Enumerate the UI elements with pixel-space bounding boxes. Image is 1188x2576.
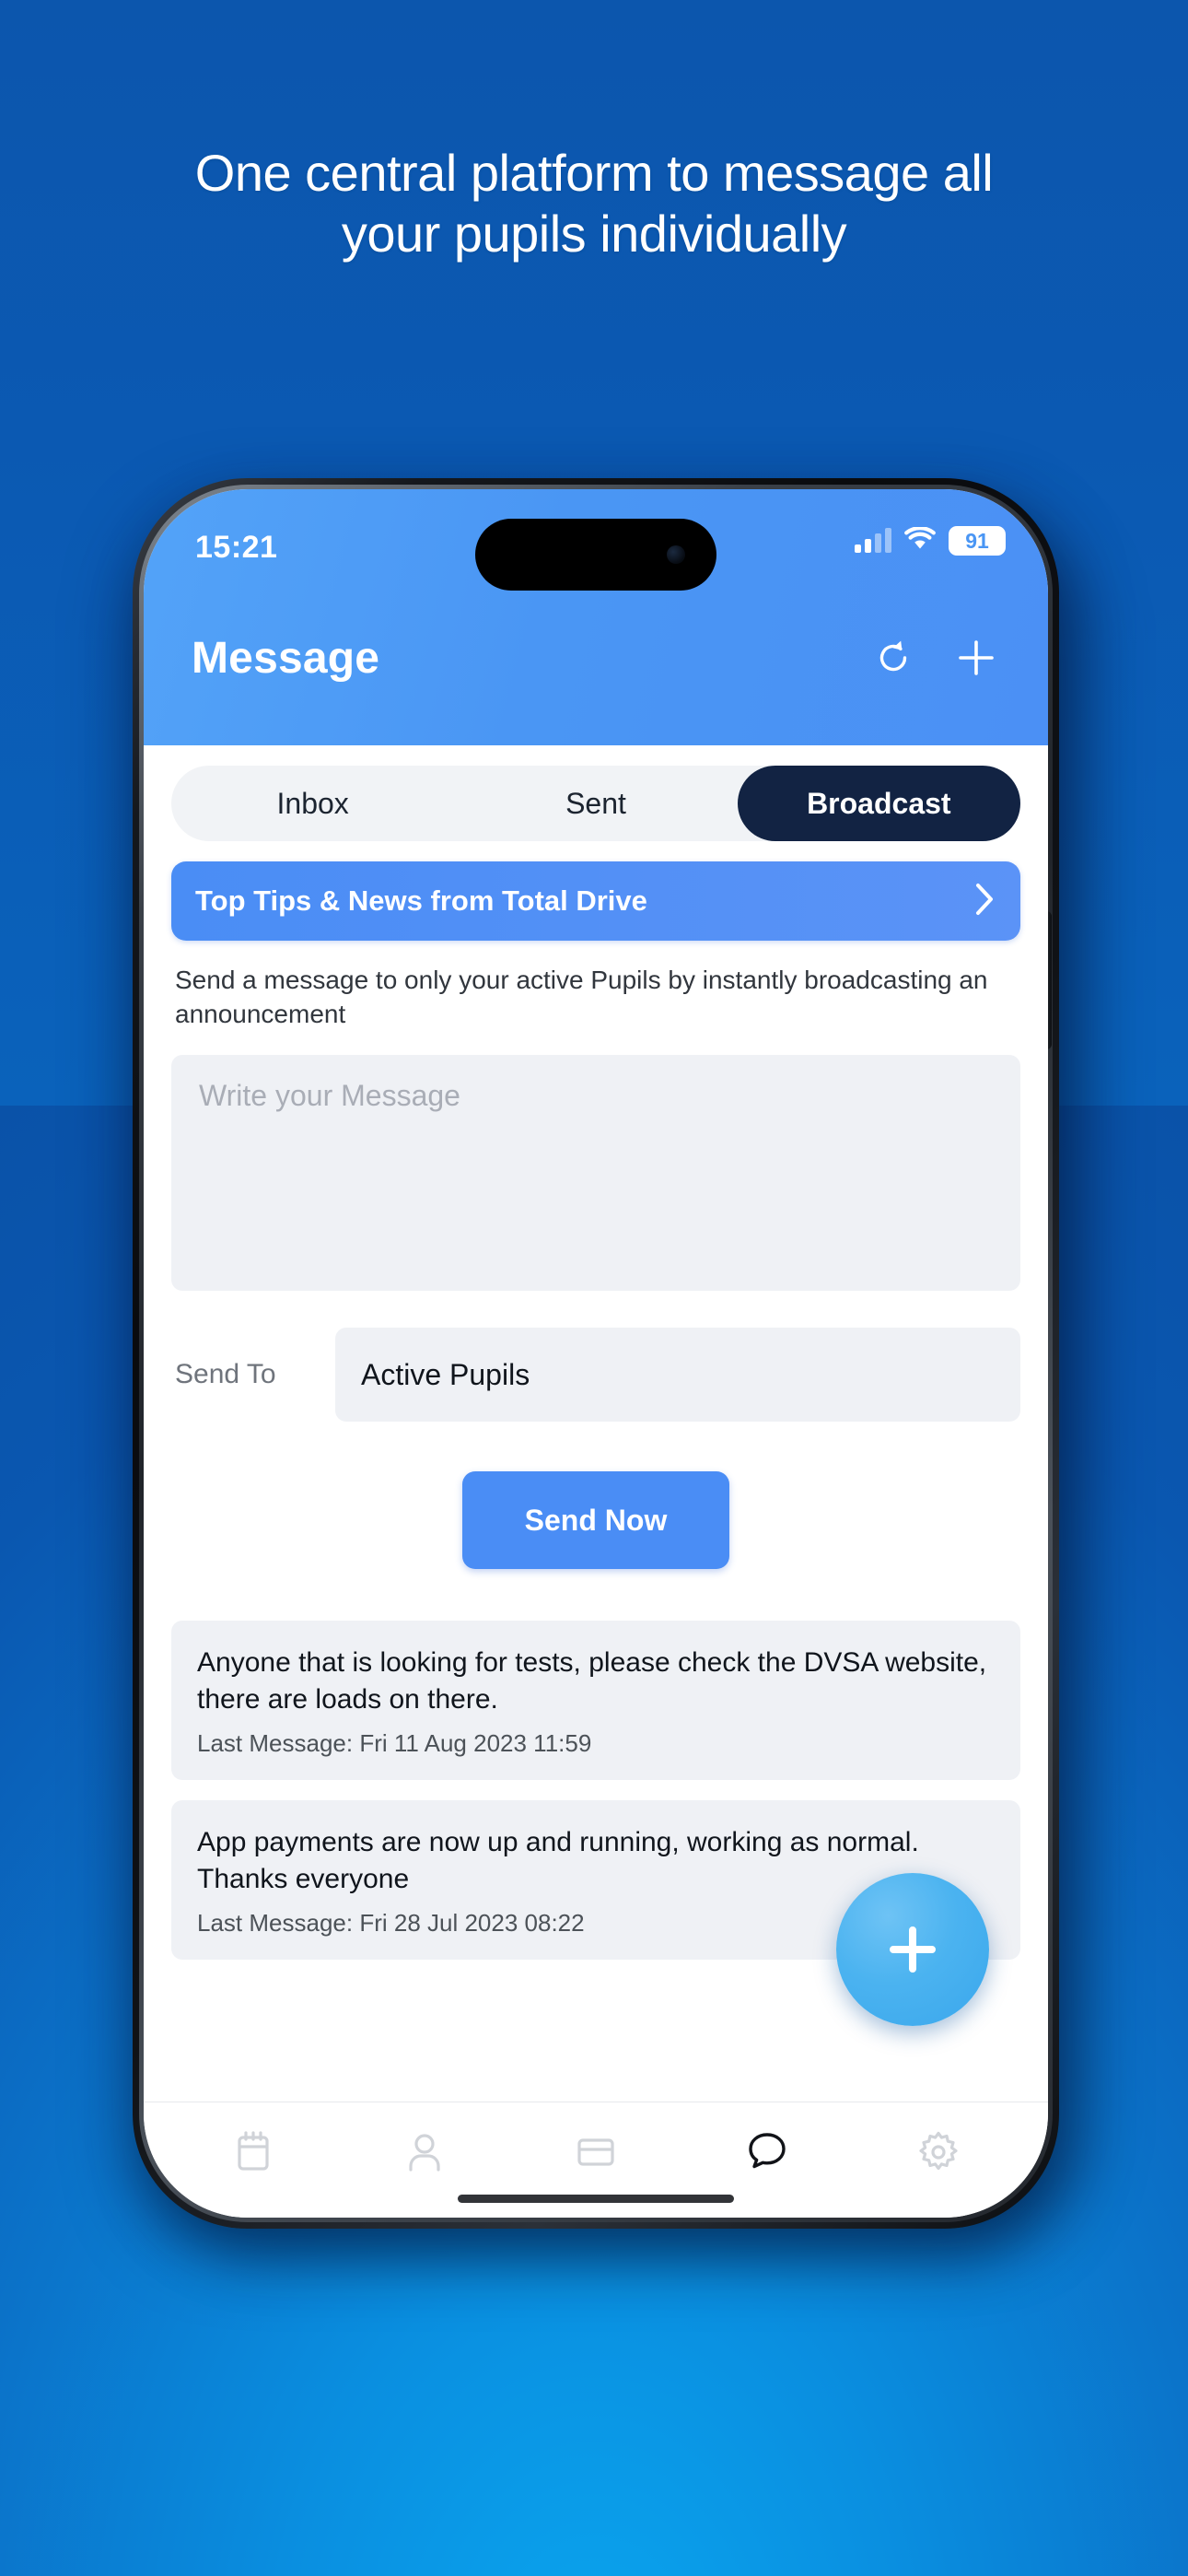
battery-icon: 91 [949, 526, 1006, 556]
phone-body: 15:21 91 Message Inbox Sent Broadcast To… [133, 478, 1059, 2229]
home-indicator [458, 2195, 734, 2203]
banner-label: Top Tips & News from Total Drive [195, 884, 647, 917]
send-button-row: Send Now [171, 1471, 1020, 1570]
status-bar-indicators: 91 [855, 525, 1006, 556]
plus-icon [880, 1917, 945, 1982]
phone-bezel: 15:21 91 Message Inbox Sent Broadcast To… [139, 485, 1053, 2222]
message-placeholder: Write your Message [199, 1079, 460, 1113]
tab-inbox[interactable]: Inbox [171, 766, 454, 841]
status-bar: 15:21 91 [144, 489, 1048, 600]
front-camera-icon [667, 545, 685, 564]
headline-line-2: your pupils individually [341, 205, 847, 263]
send-to-select[interactable]: Active Pupils [335, 1328, 1020, 1423]
calendar-icon[interactable] [211, 2110, 296, 2195]
marketing-headline: One central platform to message all your… [0, 143, 1188, 264]
page-title: Message [192, 633, 380, 683]
wifi-icon [904, 525, 936, 556]
headline-line-1: One central platform to message all [194, 144, 994, 202]
send-to-label: Send To [175, 1359, 276, 1390]
tab-sent[interactable]: Sent [454, 766, 737, 841]
cellular-bars-icon [855, 528, 891, 553]
top-tips-banner[interactable]: Top Tips & News from Total Drive [171, 861, 1020, 941]
list-item[interactable]: Anyone that is looking for tests, please… [171, 1621, 1020, 1781]
phone-mockup: 15:21 91 Message Inbox Sent Broadcast To… [66, 478, 1101, 2269]
refresh-icon[interactable] [869, 634, 917, 682]
send-now-button[interactable]: Send Now [462, 1471, 729, 1570]
broadcast-meta: Last Message: Fri 11 Aug 2023 11:59 [197, 1729, 592, 1758]
plus-icon[interactable] [952, 634, 1000, 682]
send-to-row: Send To Active Pupils [171, 1328, 1020, 1423]
chevron-right-icon [973, 881, 996, 922]
chat-bubble-icon[interactable] [725, 2110, 809, 2195]
header-actions [869, 634, 1000, 682]
message-tabs: Inbox Sent Broadcast [171, 766, 1020, 841]
dynamic-island [475, 519, 716, 591]
phone-screen: 15:21 91 Message Inbox Sent Broadcast To… [144, 489, 1048, 2218]
broadcast-description: Send a message to only your active Pupil… [175, 966, 988, 1029]
card-icon[interactable] [553, 2110, 638, 2195]
broadcast-text: Anyone that is looking for tests, please… [197, 1647, 987, 1715]
app-header: 15:21 91 Message [144, 489, 1048, 745]
tab-broadcast[interactable]: Broadcast [737, 766, 1020, 841]
gear-icon[interactable] [896, 2110, 981, 2195]
person-icon[interactable] [382, 2110, 467, 2195]
app-title-row: Message [144, 607, 1048, 708]
new-broadcast-fab[interactable] [836, 1873, 989, 2026]
status-bar-time: 15:21 [195, 530, 278, 565]
message-input[interactable]: Write your Message [171, 1055, 1020, 1292]
